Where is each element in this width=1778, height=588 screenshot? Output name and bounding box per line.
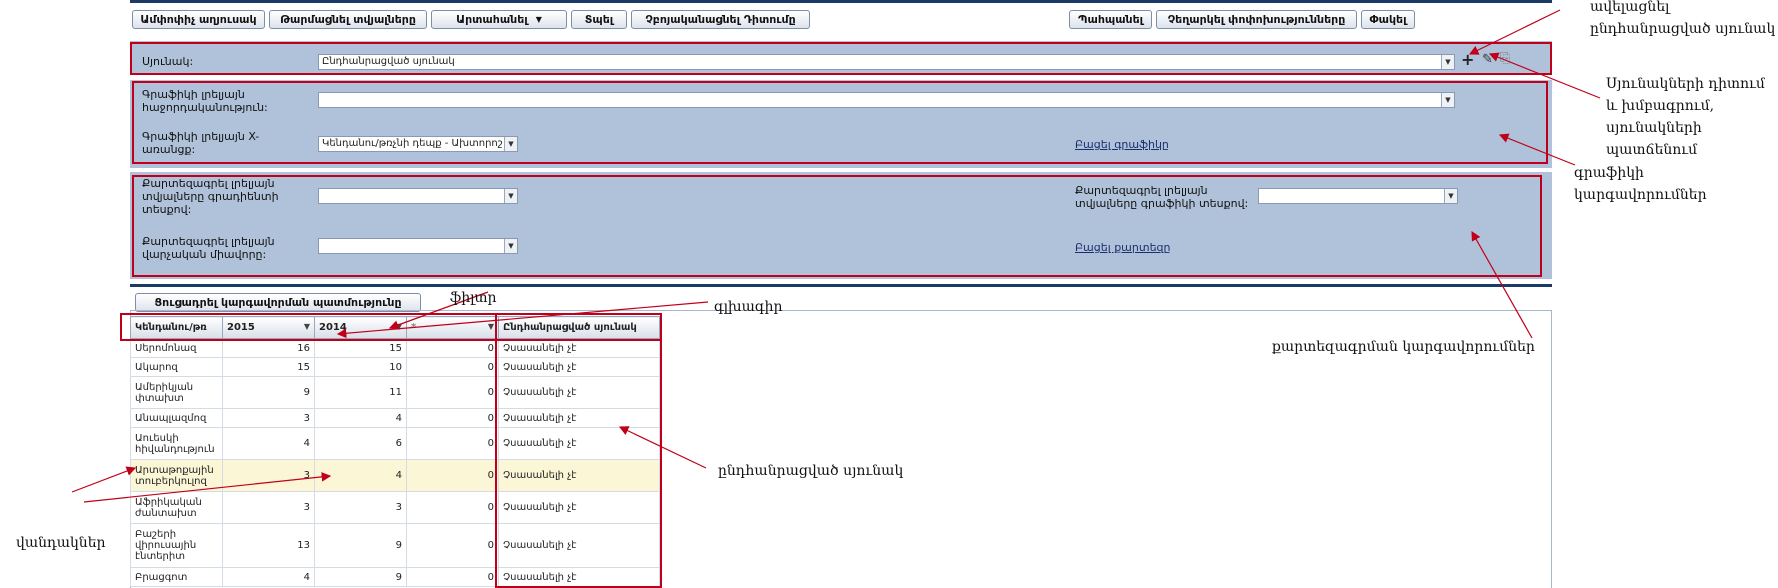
- annotation-map-settings: քարտեզագրման կարգավորումներ: [1272, 339, 1535, 355]
- annotation-column-view: Սյունակների դիտում և խմբագրում, սյունակն…: [1606, 76, 1765, 158]
- annotation-filter: ֆիլտր: [450, 290, 497, 306]
- annotation-header: գլխագիր: [714, 299, 783, 315]
- annotation-arrows: [71, 9, 1601, 503]
- annotation-computed-column: ընդհանրացված սյունակ: [718, 463, 904, 479]
- annotation-graph-settings: գրաֆիկի կարգավորումներ: [1574, 165, 1707, 203]
- annotation-add-column: ավելացնել ընդհանրացված սյունակ: [1590, 0, 1776, 37]
- annotation-cells: վանդակներ: [16, 535, 106, 551]
